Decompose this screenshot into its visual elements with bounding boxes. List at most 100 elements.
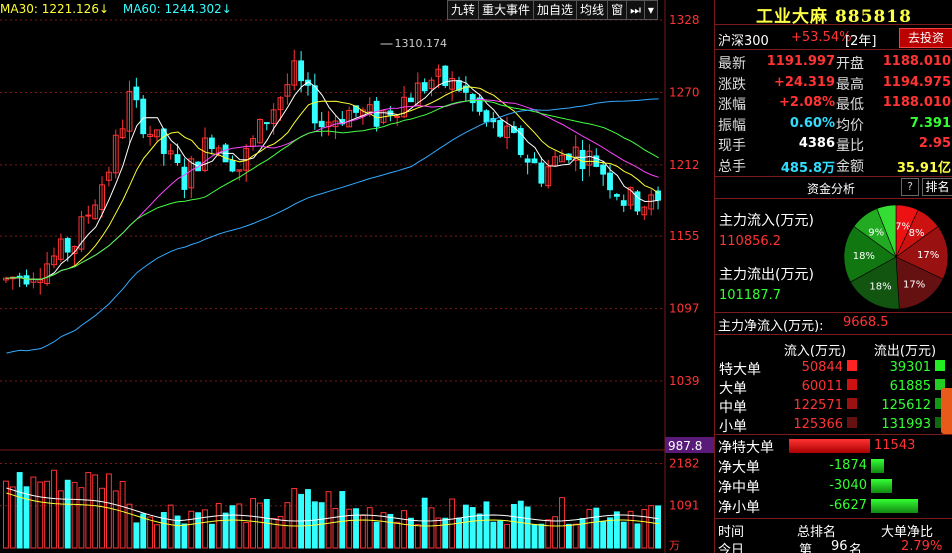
volume-bar — [387, 513, 394, 549]
price-axis-label: 1155 — [669, 229, 700, 243]
price-axis-label: 1328 — [669, 13, 700, 27]
flow-row-label: 特大单 — [719, 362, 761, 378]
quote-value: 35.91亿 — [896, 160, 951, 176]
volume-bar — [373, 521, 380, 549]
flow-row: 大单 60011 61885 — [715, 377, 952, 397]
net-flow-bar — [871, 479, 892, 493]
invest-button[interactable]: 去投资 — [899, 28, 952, 48]
volume-bar — [339, 491, 346, 549]
quote-value: 1191.997 — [766, 54, 835, 69]
net-flow-row: 净中单 -3040 — [715, 476, 952, 496]
pie-slice-label: 8% — [909, 228, 925, 239]
volume-bar — [133, 522, 140, 549]
rank-number: 96 — [831, 539, 848, 553]
quote-row: 振幅 0.60% 均价 7.391 — [715, 114, 952, 134]
candle-body — [620, 200, 627, 206]
volume-bar — [167, 504, 174, 549]
volume-bar — [140, 513, 147, 549]
volume-bar — [572, 523, 579, 549]
candle-body — [229, 160, 236, 172]
volume-bar — [579, 518, 586, 549]
candle-body — [524, 158, 531, 163]
volume-bar — [318, 502, 325, 549]
net-flow-bar — [871, 499, 918, 513]
volume-bar — [490, 521, 497, 549]
volume-bar — [64, 479, 71, 549]
price-axis-label: 1270 — [669, 85, 700, 99]
quote-panel: 工业大麻 885818 沪深300 +53.54% [2年] 去投资 最新 119… — [714, 0, 952, 553]
candle-body — [483, 110, 490, 123]
volume-bar — [92, 474, 99, 549]
pie-slice-label: 17% — [903, 280, 925, 291]
current-price-label: 987.8 — [668, 439, 702, 453]
net-flow-value: -3040 — [829, 478, 867, 493]
volume-bar — [476, 513, 483, 549]
volume-bar — [44, 480, 51, 549]
net-flow-row: 净大单 -1874 — [715, 456, 952, 476]
quote-label: 振幅 — [718, 117, 746, 134]
quote-label: 开盘 — [836, 56, 864, 72]
flow-out-header: 流出(万元) — [873, 344, 937, 359]
dropdown-icon[interactable]: ▾ — [645, 1, 657, 19]
candle-body — [531, 158, 538, 164]
main-net-inflow-row: 主力净流入(万元): 9668.5 — [715, 313, 952, 334]
volume-bar — [99, 487, 105, 549]
volume-bar — [9, 486, 16, 549]
candle-body — [174, 154, 181, 163]
volume-unit-label: 万 — [669, 539, 680, 552]
side-collapse-tab[interactable] — [941, 388, 952, 434]
toolbar-add-watchlist-button[interactable]: 加自选 — [534, 1, 578, 19]
volume-bar — [620, 521, 627, 549]
candle-body — [64, 238, 71, 253]
pie-slice-label: 9% — [868, 228, 884, 239]
price-axis-label: 1212 — [669, 158, 700, 172]
toolbar-jiuzhuan-button[interactable]: 九转 — [448, 1, 480, 19]
quote-label: 总手 — [718, 158, 746, 175]
toolbar-ma-button[interactable]: 均线 — [577, 1, 609, 19]
fund-analysis-tab[interactable]: 资金分析 — [807, 180, 855, 197]
volume-bar — [634, 523, 641, 549]
big-order-ratio-value: 2.79% — [901, 539, 943, 553]
quote-value: 4386 — [798, 136, 835, 151]
candle-body — [607, 172, 613, 191]
flow-row: 中单 122571 125612 — [715, 396, 952, 416]
flow-out-swatch — [935, 360, 945, 371]
candle-body — [208, 137, 215, 149]
flow-in-header: 流入(万元) — [783, 344, 847, 359]
rank-header-row: 时间 总排名 大单净比 — [715, 519, 952, 540]
down-arrow-icon: ↓ — [98, 2, 110, 16]
toolbar-major-events-button[interactable]: 重大事件 — [479, 1, 535, 19]
flow-out-value: 125612 — [881, 398, 931, 413]
net-flow-row: 净特大单 11543 — [715, 436, 952, 456]
candle-body — [634, 191, 641, 212]
candle-body — [181, 166, 188, 190]
volume-bar — [291, 488, 298, 549]
rank-button[interactable]: 排名 — [922, 178, 952, 196]
volume-bar — [105, 473, 112, 549]
candle-body — [311, 85, 318, 124]
volume-bar — [607, 517, 613, 549]
volume-bar — [401, 510, 408, 549]
net-flow-value: -6627 — [829, 498, 867, 513]
volume-bar — [119, 480, 126, 549]
peak-annotation: 1310.174 — [395, 37, 448, 50]
volume-bar — [524, 506, 531, 549]
volume-bar — [641, 508, 648, 549]
main-net-value: 9668.5 — [843, 315, 889, 330]
quote-row: 涨幅 +2.08% 最低 1188.010 — [715, 93, 952, 113]
skip-next-icon[interactable]: ⏭ — [627, 1, 645, 19]
volume-bar — [37, 481, 44, 549]
volume-bar — [325, 491, 332, 549]
toolbar-window-button[interactable]: 窗 — [608, 1, 628, 19]
kline-chart-area[interactable]: 1328 1270 1212 1155 1097 1039 987.8 2182 1091 万 13… — [0, 0, 714, 553]
kline-chart[interactable]: 1328 1270 1212 1155 1097 1039 987.8 2182 1091 万 13… — [0, 0, 714, 553]
volume-bar — [305, 489, 311, 549]
net-flow-row: 净小单 -6627 — [715, 496, 952, 516]
candle-body — [85, 214, 92, 217]
help-icon[interactable]: ? — [901, 178, 919, 196]
volume-bar — [462, 504, 469, 549]
down-arrow-icon: ↓ — [221, 2, 232, 16]
volume-bar — [215, 502, 222, 549]
volume-bar — [531, 524, 538, 549]
flow-in-swatch — [847, 417, 857, 428]
